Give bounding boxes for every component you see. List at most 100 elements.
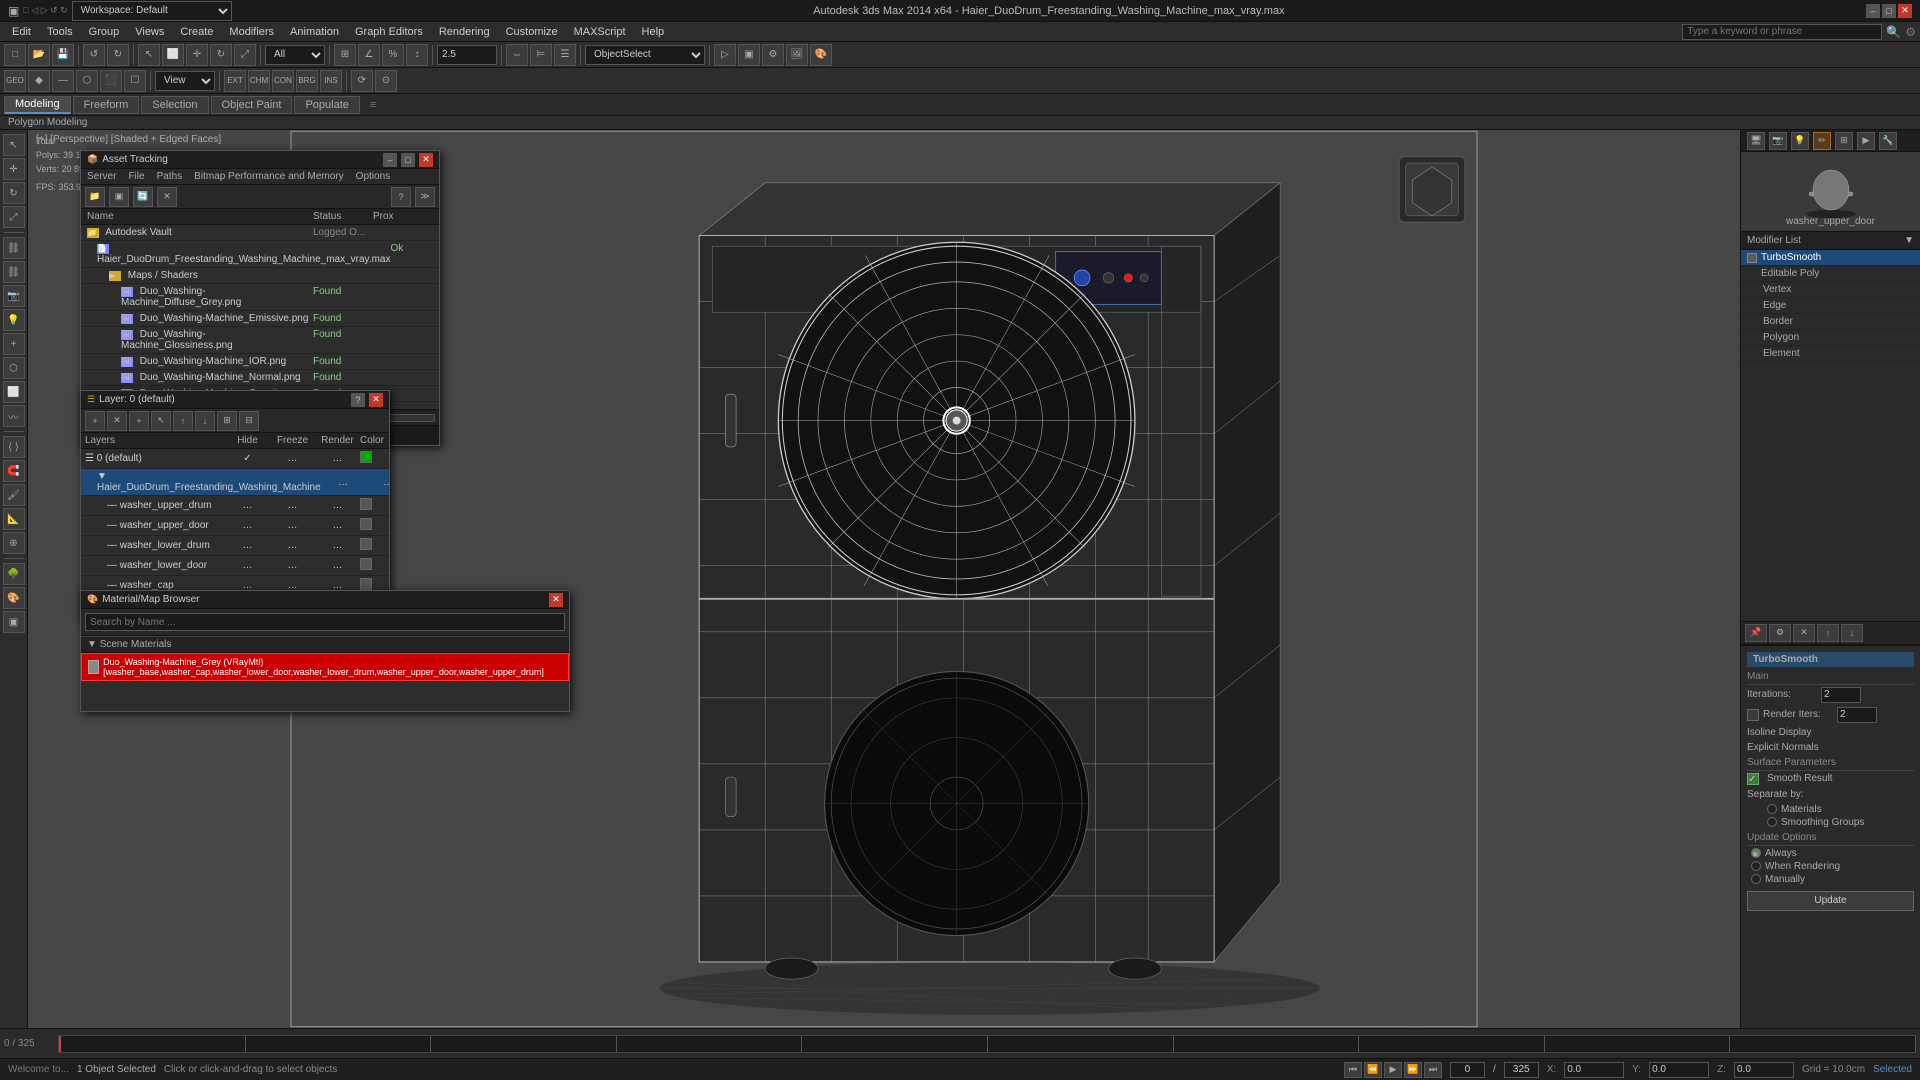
modifier-list-scroll-icon[interactable]: ▼	[1904, 235, 1914, 246]
move-button[interactable]: ✛	[186, 44, 208, 66]
menu-graph-editors[interactable]: Graph Editors	[347, 24, 431, 40]
minimize-button[interactable]: –	[1866, 4, 1880, 18]
lm-table[interactable]: Layers Hide Freeze Render Color ☰ 0 (def…	[81, 433, 389, 603]
ts-manually-radio[interactable]	[1751, 874, 1761, 884]
mod-polygon[interactable]: Polygon	[1741, 330, 1920, 346]
at-btn3[interactable]: 🔄	[133, 187, 153, 207]
lm-btn-select[interactable]: ↖	[151, 411, 171, 431]
at-table-container[interactable]: Name Status Prox 📁 Autodesk Vault Logged…	[81, 209, 439, 409]
at-more-btn[interactable]: ≫	[415, 187, 435, 207]
scale-button[interactable]: ⤢	[234, 44, 256, 66]
at-row-tex1[interactable]: 🖼 Duo_Washing-Machine_Diffuse_Grey.png F…	[81, 284, 439, 311]
mod-edge[interactable]: Edge	[1741, 298, 1920, 314]
menu-views[interactable]: Views	[127, 24, 172, 40]
select-button[interactable]: ↖	[138, 44, 160, 66]
mb-close-button[interactable]: ✕	[549, 593, 563, 607]
lt-unlink[interactable]: ⛓	[3, 261, 25, 283]
polygon-button[interactable]: ⬛	[100, 70, 122, 92]
current-frame-input[interactable]	[1450, 1062, 1485, 1078]
select-region-button[interactable]: ⬜	[162, 44, 184, 66]
lt-camera[interactable]: 📷	[3, 285, 25, 307]
total-frames-input[interactable]	[1504, 1062, 1539, 1078]
layer-manager-button[interactable]: ☰	[554, 44, 576, 66]
mod-editable-poly[interactable]: Editable Poly	[1741, 266, 1920, 282]
tab-selection[interactable]: Selection	[141, 96, 208, 114]
at-row-tex2[interactable]: 🖼 Duo_Washing-Machine_Emissive.png Found	[81, 311, 439, 327]
rp-light-btn[interactable]: 💡	[1791, 132, 1809, 150]
lm-btn-expand[interactable]: ⊞	[217, 411, 237, 431]
mod-element[interactable]: Element	[1741, 346, 1920, 362]
lt-material[interactable]: 🎨	[3, 587, 25, 609]
mb-material-row[interactable]: Duo_Washing-Machine_Grey (VRayMtl) [wash…	[81, 653, 569, 681]
tab-modeling[interactable]: Modeling	[4, 96, 71, 114]
open-file-button[interactable]: 📂	[28, 44, 50, 66]
mod-turbosimooth[interactable]: TurboSmooth	[1741, 250, 1920, 266]
lt-rotate[interactable]: ↻	[3, 182, 25, 204]
rp-hierarchy-btn[interactable]: ⊞	[1835, 132, 1853, 150]
filter-dropdown[interactable]: All	[265, 45, 325, 65]
menu-tools[interactable]: Tools	[39, 24, 81, 40]
rotate-button[interactable]: ↻	[210, 44, 232, 66]
lt-measure[interactable]: 📐	[3, 508, 25, 530]
snap-toggle[interactable]: ⊞	[334, 44, 356, 66]
at-row-tex4[interactable]: 🖼 Duo_Washing-Machine_IOR.png Found	[81, 354, 439, 370]
lt-pivot[interactable]: ⊕	[3, 532, 25, 554]
goto-end-btn[interactable]: ⏭	[1424, 1062, 1442, 1078]
rp-camera-btn[interactable]: 📷	[1769, 132, 1787, 150]
mirror-button[interactable]: ⇔	[506, 44, 528, 66]
coord-z-input[interactable]	[1734, 1062, 1794, 1078]
at-btn1[interactable]: 📁	[85, 187, 105, 207]
menu-help[interactable]: Help	[634, 24, 673, 40]
at-menu-options[interactable]: Options	[356, 171, 390, 182]
ts-materials-radio[interactable]	[1767, 804, 1777, 814]
ts-rendering-radio[interactable]	[1751, 861, 1761, 871]
mod-config-btn[interactable]: ⚙	[1769, 624, 1791, 642]
inset-button[interactable]: INS	[320, 70, 342, 92]
edit-geometry-button[interactable]: GEO	[4, 70, 26, 92]
material-editor[interactable]: 🎨	[810, 44, 832, 66]
lt-paint[interactable]: 🖌	[3, 484, 25, 506]
at-menu-bitmap[interactable]: Bitmap Performance and Memory	[194, 171, 344, 182]
mb-search-input[interactable]	[85, 613, 565, 631]
menu-modifiers[interactable]: Modifiers	[221, 24, 282, 40]
element-button[interactable]: ☐	[124, 70, 146, 92]
workspace-dropdown[interactable]: Workspace: Default	[72, 1, 232, 21]
menu-rendering[interactable]: Rendering	[431, 24, 498, 40]
lm-btn-move-up[interactable]: ↑	[173, 411, 193, 431]
lm-row-haier[interactable]: ▼ Haier_DuoDrum_Freestanding_Washing_Mac…	[81, 469, 389, 496]
lt-ribbon[interactable]: ⟨ ⟩	[3, 436, 25, 458]
at-row-tex5[interactable]: 🖼 Duo_Washing-Machine_Normal.png Found	[81, 370, 439, 386]
rp-motion-btn[interactable]: ▶	[1857, 132, 1875, 150]
lm-row-lower-door[interactable]: — washer_lower_door … … …	[81, 556, 389, 576]
ts-always-radio[interactable]: ●	[1751, 848, 1761, 858]
lt-move[interactable]: ✛	[3, 158, 25, 180]
spinner-snap[interactable]: ↕	[406, 44, 428, 66]
ts-smooth-checkbox[interactable]: ✓	[1747, 773, 1759, 785]
play-button[interactable]: ▷	[714, 44, 736, 66]
border-button[interactable]: ⬡	[76, 70, 98, 92]
vertex-button[interactable]: ◆	[28, 70, 50, 92]
connect-button[interactable]: CON	[272, 70, 294, 92]
render-quick[interactable]: ▣	[738, 44, 760, 66]
at-help-btn[interactable]: ?	[391, 187, 411, 207]
lm-close-button[interactable]: ✕	[369, 393, 383, 407]
lt-helper[interactable]: +	[3, 333, 25, 355]
asset-tracking-header[interactable]: 📦 Asset Tracking – □ ✕	[81, 151, 439, 169]
mod-vertex[interactable]: Vertex	[1741, 282, 1920, 298]
search-input[interactable]	[1682, 24, 1882, 40]
bridge-button[interactable]: BRG	[296, 70, 318, 92]
at-menu-server[interactable]: Server	[87, 171, 116, 182]
rp-modify-btn[interactable]: ✏	[1813, 132, 1831, 150]
lm-btn-delete[interactable]: ✕	[107, 411, 127, 431]
viewport-area[interactable]: Total Polys: 39 140 Verts: 20 894 FPS: 3…	[28, 130, 1740, 1028]
lt-scale[interactable]: ⤢	[3, 206, 25, 228]
coord-y-input[interactable]	[1649, 1062, 1709, 1078]
at-restore-button[interactable]: □	[401, 153, 415, 167]
redo-button[interactable]: ↻	[107, 44, 129, 66]
lm-btn-new[interactable]: +	[85, 411, 105, 431]
goto-start-btn[interactable]: ⏮	[1344, 1062, 1362, 1078]
at-row-tex3[interactable]: 🖼 Duo_Washing-Machine_Glossiness.png Fou…	[81, 327, 439, 354]
lm-btn-move-down[interactable]: ↓	[195, 411, 215, 431]
extrude-button[interactable]: EXT	[224, 70, 246, 92]
select-ring-button[interactable]: ⊙	[375, 70, 397, 92]
